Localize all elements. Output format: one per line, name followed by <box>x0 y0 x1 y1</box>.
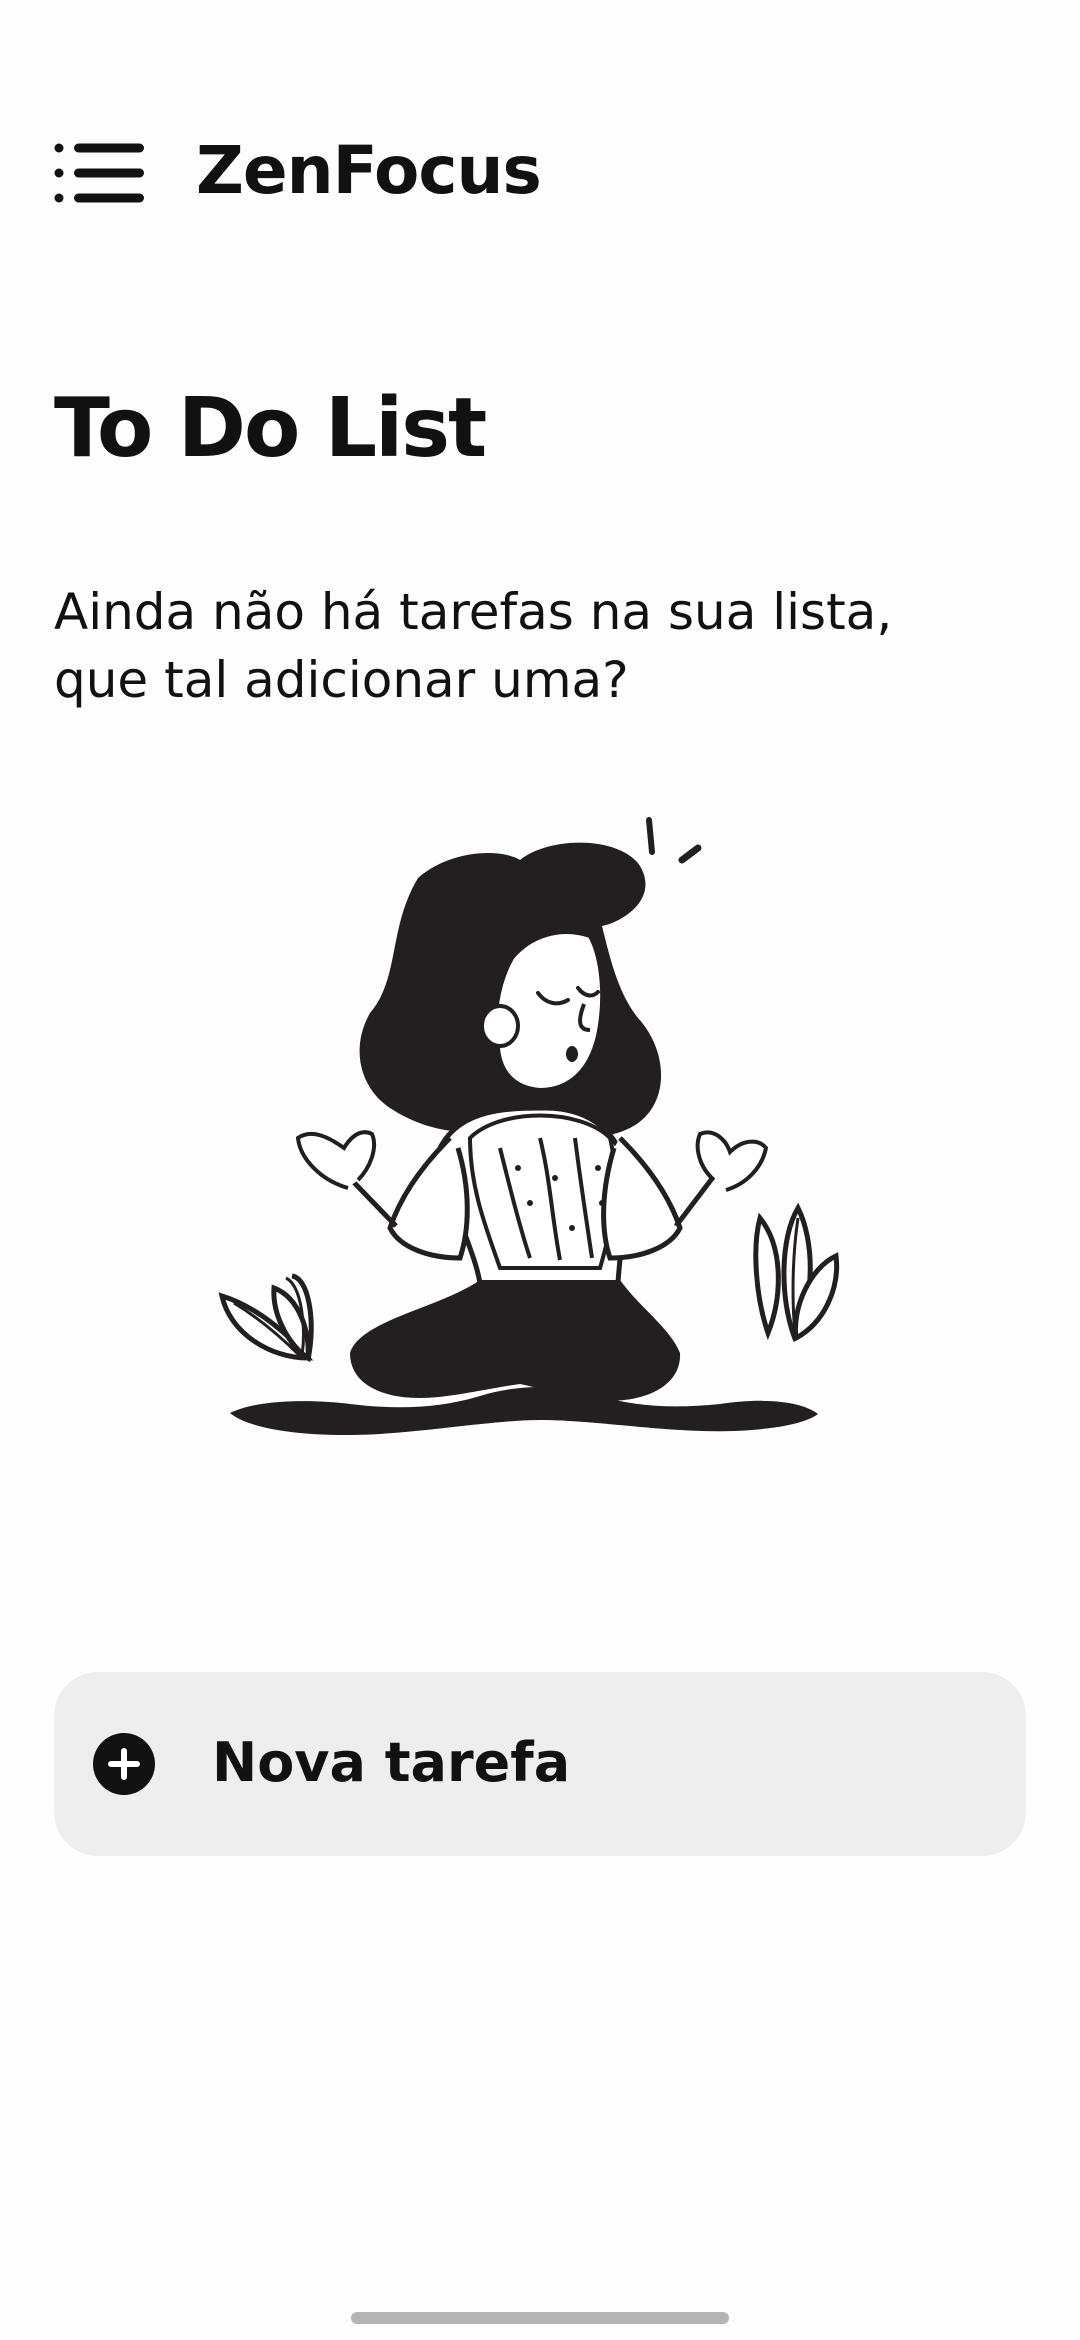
menu-icon <box>54 143 144 203</box>
home-indicator[interactable] <box>351 2312 729 2324</box>
empty-state-line-2: que tal adicionar uma? <box>54 651 629 709</box>
empty-state-line-1: Ainda não há tarefas na sua lista, <box>54 583 893 641</box>
app-bar: ZenFocus <box>0 120 1080 230</box>
menu-button[interactable] <box>54 142 146 204</box>
new-task-label: Nova tarefa <box>212 1731 571 1794</box>
new-task-button[interactable]: Nova tarefa <box>54 1672 1026 1856</box>
meditating-woman-illustration <box>200 808 880 1488</box>
plus-circle-icon <box>93 1733 155 1795</box>
app-title: ZenFocus <box>196 132 542 209</box>
page-title: To Do List <box>54 381 487 476</box>
empty-state-message: Ainda não há tarefas na sua lista, que t… <box>54 578 1014 714</box>
